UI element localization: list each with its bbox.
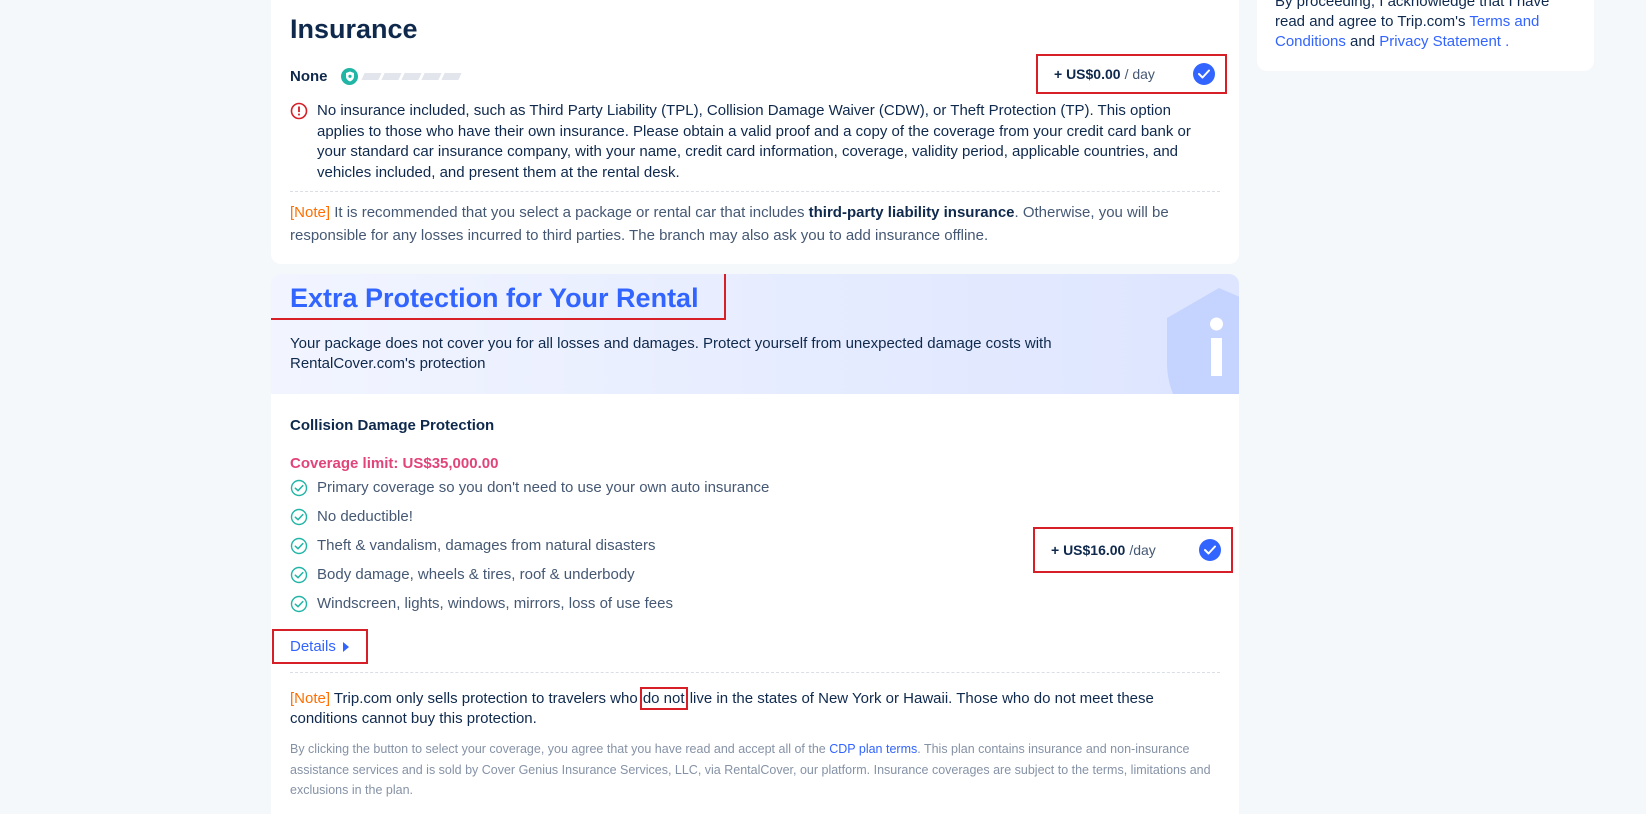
check-circle-icon (290, 508, 308, 525)
legal-disclaimer: By clicking the button to select your co… (290, 739, 1230, 801)
price-amount: + US$0.00 (1054, 66, 1121, 82)
feature-text: Body damage, wheels & tires, roof & unde… (317, 566, 635, 583)
protection-title: Extra Protection for Your Rental (290, 283, 699, 313)
rating-bar (361, 72, 382, 80)
insurance-option-name: None (290, 68, 328, 85)
note-text: Trip.com only sells protection to travel… (330, 690, 642, 707)
check-circle-icon (290, 537, 308, 554)
feature-list: Primary coverage so you don't need to us… (290, 473, 930, 618)
acknowledgement-card: By proceeding, I acknowledge that I have… (1257, 0, 1594, 71)
protection-rating (341, 67, 462, 85)
insurance-title: Insurance (290, 14, 418, 44)
no-insurance-price-option[interactable]: + US$0.00 / day (1036, 54, 1227, 94)
feature-text: Primary coverage so you don't need to us… (317, 479, 770, 496)
price-amount: + US$16.00 (1051, 542, 1126, 558)
feature-text: Theft & vandalism, damages from natural … (317, 537, 656, 554)
list-item: Primary coverage so you don't need to us… (290, 473, 930, 502)
list-item: Windscreen, lights, windows, mirrors, lo… (290, 589, 930, 618)
note-text: It is recommended that you select a pack… (330, 204, 809, 221)
divider (290, 191, 1220, 192)
price-unit: /day (1129, 542, 1156, 558)
extra-protection-card: Extra Protection for Your Rental Your pa… (271, 274, 1239, 814)
cdp-plan-terms-link[interactable]: CDP plan terms (829, 742, 917, 756)
note-tag: [Note] (290, 204, 331, 221)
shield-icon (341, 67, 358, 85)
details-button[interactable]: Details (272, 629, 368, 664)
check-circle-icon (290, 595, 308, 612)
acknowledgement-copy: and (1345, 33, 1380, 50)
plan-name: Collision Damage Protection (290, 417, 495, 434)
info-shield-icon (1167, 288, 1239, 394)
rating-bar (441, 72, 462, 80)
do-not-highlight: do not (639, 687, 688, 710)
feature-text: No deductible! (317, 508, 413, 525)
check-circle-icon (290, 479, 308, 496)
insurance-card: Insurance None + US$0.00 / day No insura… (271, 0, 1239, 264)
coverage-limit: Coverage limit: US$35,000.00 (290, 455, 499, 472)
list-item: Theft & vandalism, damages from natural … (290, 531, 930, 560)
rating-bar (401, 72, 422, 80)
warning-icon (290, 102, 308, 120)
no-insurance-warning: No insurance included, such as Third Par… (317, 102, 1191, 181)
protection-note: [Note] Trip.com only sells protection to… (290, 687, 1210, 729)
legal-text: By clicking the button to select your co… (290, 742, 830, 756)
selected-check-icon[interactable] (1193, 63, 1215, 85)
list-item: No deductible! (290, 502, 930, 531)
rating-bar (421, 72, 442, 80)
caret-right-icon (342, 641, 349, 652)
price-unit: / day (1124, 66, 1155, 82)
protection-header: Extra Protection for Your Rental Your pa… (271, 274, 1239, 394)
privacy-link[interactable]: Privacy Statement (1379, 33, 1501, 50)
collision-protection-price-option[interactable]: + US$16.00 /day (1033, 527, 1233, 573)
note-tag: [Note] (290, 690, 331, 707)
insurance-note: [Note] It is recommended that you select… (290, 201, 1225, 247)
protection-description: Your package does not cover you for all … (290, 335, 1052, 372)
rating-bar (381, 72, 402, 80)
selected-check-icon[interactable] (1199, 539, 1221, 561)
list-item: Body damage, wheels & tires, roof & unde… (290, 560, 930, 589)
divider (290, 672, 1220, 673)
acknowledgement-text: By proceeding, I acknowledge that I have… (1275, 0, 1575, 52)
check-circle-icon (290, 566, 308, 583)
acknowledgement-copy: . (1500, 33, 1510, 50)
details-link[interactable]: Details (290, 638, 336, 655)
note-bold-text: third-party liability insurance (808, 204, 1015, 221)
feature-text: Windscreen, lights, windows, mirrors, lo… (317, 595, 673, 612)
